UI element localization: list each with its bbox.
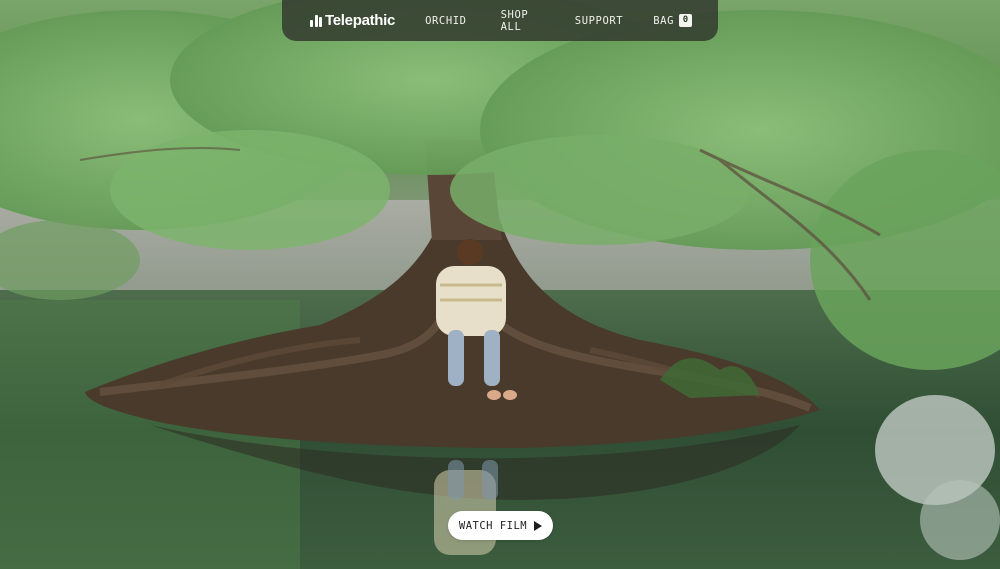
hero-video: Telepathic ORCHID SHOP ALL SUPPORT BAG 0…: [0, 0, 1000, 569]
top-navigation-bar: Telepathic ORCHID SHOP ALL SUPPORT BAG 0: [282, 0, 718, 41]
hero-background-image: [0, 0, 1000, 569]
nav-links: ORCHID SHOP ALL SUPPORT BAG 0: [425, 9, 692, 33]
nav-link-orchid[interactable]: ORCHID: [425, 15, 467, 27]
watch-film-button[interactable]: WATCH FILM: [448, 511, 553, 540]
nav-link-shop-all[interactable]: SHOP ALL: [501, 9, 541, 33]
bag-count-badge: 0: [679, 14, 692, 27]
nav-link-support[interactable]: SUPPORT: [575, 15, 623, 27]
bars-logo-icon: [310, 14, 322, 27]
brand-logo-link[interactable]: Telepathic: [310, 12, 395, 29]
bag-button[interactable]: BAG 0: [653, 14, 692, 27]
watch-film-label: WATCH FILM: [458, 519, 528, 532]
play-icon: [534, 520, 543, 531]
brand-name: Telepathic: [325, 12, 396, 29]
bag-label: BAG: [653, 14, 674, 27]
